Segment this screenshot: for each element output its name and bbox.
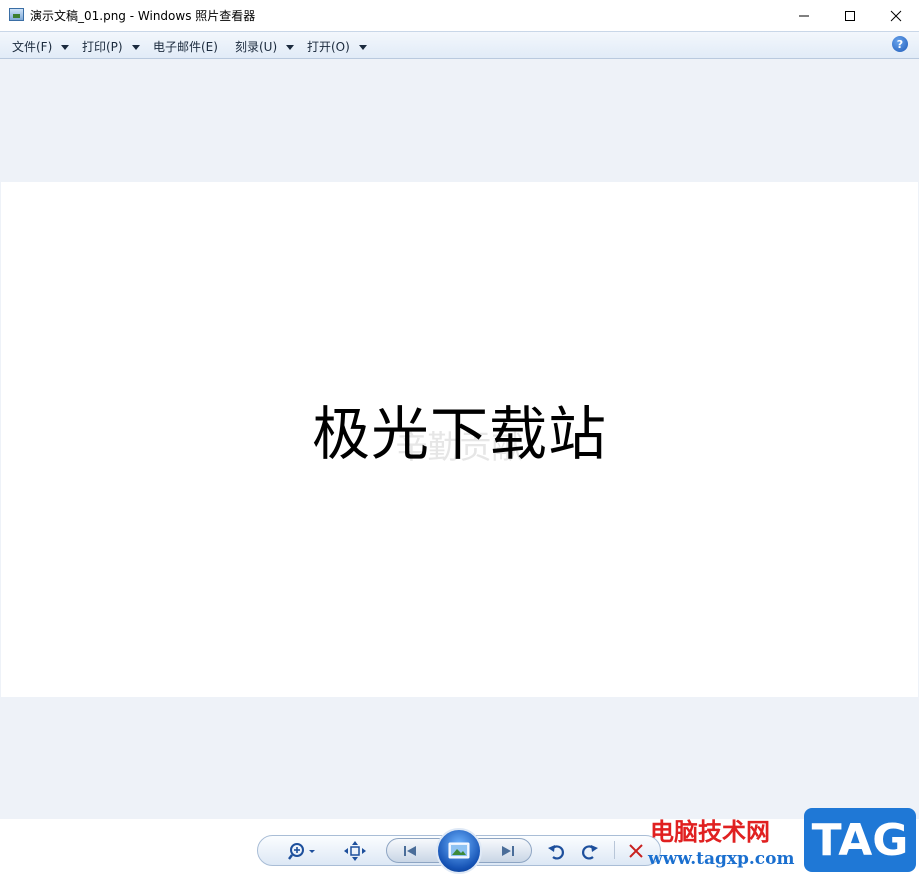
minimize-icon: [799, 15, 809, 16]
image-viewer-area: 辛勤贡献 极光下载站: [0, 59, 919, 819]
rotate-right-icon: [582, 845, 598, 860]
maximize-icon: [845, 10, 855, 21]
chevron-down-icon: [358, 44, 367, 50]
window-title: 演示文稿_01.png - Windows 照片查看器: [30, 9, 256, 23]
fit-window-button[interactable]: [342, 840, 368, 862]
fit-window-icon: [344, 841, 366, 861]
menu-open[interactable]: 打开(O): [307, 38, 367, 55]
rotate-left-icon: [548, 845, 564, 860]
menu-email[interactable]: 电子邮件(E): [153, 38, 218, 55]
close-button[interactable]: [873, 0, 919, 31]
menu-file[interactable]: 文件(F): [12, 38, 70, 55]
displayed-image: 辛勤贡献 极光下载站: [1, 182, 918, 697]
help-icon[interactable]: ?: [892, 36, 908, 52]
close-icon: [890, 10, 902, 21]
menu-open-label: 打开(O): [307, 40, 350, 54]
title-bar: 演示文稿_01.png - Windows 照片查看器: [0, 0, 919, 31]
zoom-button[interactable]: [284, 840, 320, 862]
menu-burn-label: 刻录(U): [235, 40, 278, 54]
next-icon: [502, 846, 514, 856]
watermark-tag-logo: TAG: [804, 808, 916, 872]
slideshow-button[interactable]: [436, 828, 482, 874]
chevron-down-icon: [61, 44, 70, 50]
watermark-url: www.tagxp.com: [648, 849, 795, 869]
rotate-right-button[interactable]: [578, 839, 602, 863]
next-button[interactable]: [492, 841, 522, 861]
menu-burn[interactable]: 刻录(U): [235, 38, 295, 55]
maximize-button[interactable]: [827, 0, 873, 31]
rotate-left-button[interactable]: [544, 839, 568, 863]
chevron-down-icon: [131, 44, 140, 50]
image-main-text: 极光下载站: [311, 400, 607, 468]
delete-icon: [629, 844, 643, 858]
watermark-title: 电脑技术网: [650, 818, 770, 846]
previous-icon: [404, 846, 416, 856]
slideshow-icon: [448, 842, 470, 859]
menu-file-label: 文件(F): [12, 40, 53, 54]
menu-email-label: 电子邮件(E): [153, 40, 218, 54]
delete-button[interactable]: [624, 839, 648, 863]
chevron-down-icon: [286, 44, 295, 50]
menu-bar: 文件(F) 打印(P) 电子邮件(E) 刻录(U) 打开(O): [0, 31, 919, 59]
toolbar-divider: [614, 841, 615, 859]
menu-print[interactable]: 打印(P): [82, 38, 140, 55]
minimize-button[interactable]: [781, 0, 827, 31]
photo-viewer-app-icon: [9, 8, 24, 21]
previous-button[interactable]: [396, 841, 426, 861]
zoom-icon: [288, 843, 315, 860]
menu-print-label: 打印(P): [82, 40, 123, 54]
